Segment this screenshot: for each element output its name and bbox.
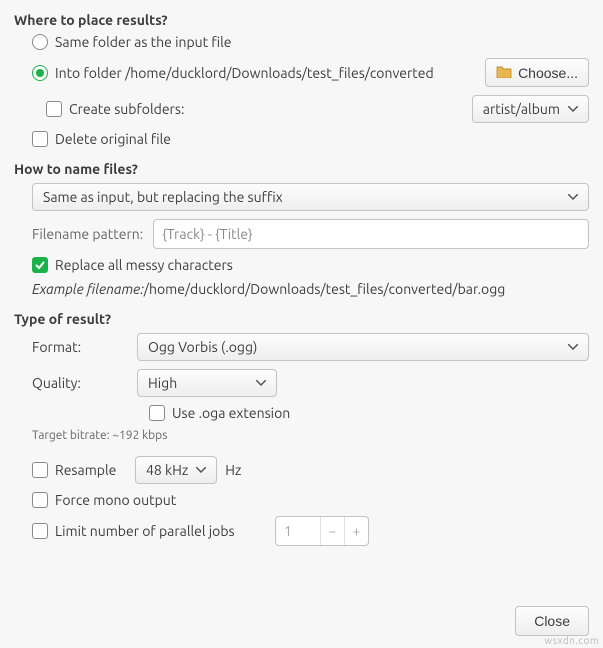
section-where-to-place: Where to place results? Same folder as t…: [14, 12, 589, 147]
row-replace-messy[interactable]: Replace all messy characters: [32, 257, 589, 273]
label-create-subfolders: Create subfolders:: [69, 101, 184, 117]
section-title-result: Type of result?: [14, 311, 589, 327]
checkbox-use-oga[interactable]: [149, 405, 165, 421]
row-example-filename: Example filename: /home/ducklord/Downloa…: [32, 281, 589, 297]
label-example: Example filename:: [32, 281, 144, 297]
close-button[interactable]: Close: [515, 606, 589, 636]
row-limit-jobs: Limit number of parallel jobs 1 − +: [32, 516, 589, 546]
radio-label-into-folder: Into folder /home/ducklord/Downloads/tes…: [55, 65, 434, 81]
checkbox-replace-messy[interactable]: [32, 257, 48, 273]
radio-row-same-folder[interactable]: Same folder as the input file: [32, 34, 589, 50]
section-title-name: How to name files?: [14, 161, 589, 177]
label-resample-unit: Hz: [225, 462, 241, 478]
row-resample: Resample 48 kHz Hz: [32, 456, 589, 484]
watermark: wsxdn.com: [544, 635, 599, 646]
dropdown-resample-rate[interactable]: 48 kHz: [135, 456, 217, 484]
checkbox-limit-jobs[interactable]: [32, 523, 48, 539]
choose-folder-button[interactable]: Choose...: [485, 58, 589, 87]
input-filename-pattern[interactable]: {Track} - {Title}: [153, 219, 589, 249]
row-use-oga[interactable]: Use .oga extension: [149, 405, 589, 421]
label-format: Format:: [32, 339, 137, 355]
chevron-down-icon: [568, 194, 578, 200]
dropdown-subfolder-pattern[interactable]: artist/album: [472, 95, 589, 123]
chevron-down-icon: [568, 344, 578, 350]
row-format: Format: Ogg Vorbis (.ogg): [32, 333, 589, 361]
label-limit-jobs: Limit number of parallel jobs: [55, 523, 275, 539]
label-use-oga: Use .oga extension: [172, 405, 290, 421]
label-force-mono: Force mono output: [55, 492, 176, 508]
label-target-bitrate: Target bitrate: ~192 kbps: [32, 429, 589, 442]
row-force-mono[interactable]: Force mono output: [32, 492, 589, 508]
spin-limit-jobs[interactable]: 1 − +: [275, 516, 369, 546]
dropdown-format[interactable]: Ogg Vorbis (.ogg): [137, 333, 589, 361]
radio-into-folder[interactable]: [32, 65, 48, 81]
section-type-of-result: Type of result? Format: Ogg Vorbis (.ogg…: [14, 311, 589, 546]
label-delete-original: Delete original file: [55, 131, 171, 147]
row-naming-scheme: Same as input, but replacing the suffix: [32, 183, 589, 211]
checkbox-delete-original[interactable]: [32, 131, 48, 147]
checkbox-resample[interactable]: [32, 462, 48, 478]
spin-minus-button[interactable]: −: [320, 517, 344, 545]
checkbox-force-mono[interactable]: [32, 492, 48, 508]
section-how-to-name: How to name files? Same as input, but re…: [14, 161, 589, 297]
chevron-down-icon: [256, 380, 266, 386]
label-replace-messy: Replace all messy characters: [55, 257, 233, 273]
label-quality: Quality:: [32, 375, 137, 391]
footer: Close: [515, 606, 589, 636]
radio-same-folder[interactable]: [32, 34, 48, 50]
label-filename-pattern: Filename pattern:: [32, 226, 143, 242]
row-delete-original[interactable]: Delete original file: [32, 131, 589, 147]
value-example: /home/ducklord/Downloads/test_files/conv…: [144, 281, 506, 297]
row-create-subfolders: Create subfolders: artist/album: [46, 95, 589, 123]
label-resample: Resample: [55, 462, 135, 478]
checkbox-create-subfolders[interactable]: [46, 101, 62, 117]
radio-row-into-folder[interactable]: Into folder /home/ducklord/Downloads/tes…: [32, 58, 589, 87]
chevron-down-icon: [568, 106, 578, 112]
dropdown-naming-scheme[interactable]: Same as input, but replacing the suffix: [32, 183, 589, 211]
row-quality: Quality: High: [32, 369, 589, 397]
folder-icon: [496, 64, 512, 81]
radio-label-same-folder: Same folder as the input file: [55, 34, 232, 50]
chevron-down-icon: [196, 467, 206, 473]
row-filename-pattern: Filename pattern: {Track} - {Title}: [32, 219, 589, 249]
spin-plus-button[interactable]: +: [344, 517, 368, 545]
spin-value: 1: [276, 517, 320, 545]
dropdown-quality[interactable]: High: [137, 369, 277, 397]
section-title-place: Where to place results?: [14, 12, 589, 28]
